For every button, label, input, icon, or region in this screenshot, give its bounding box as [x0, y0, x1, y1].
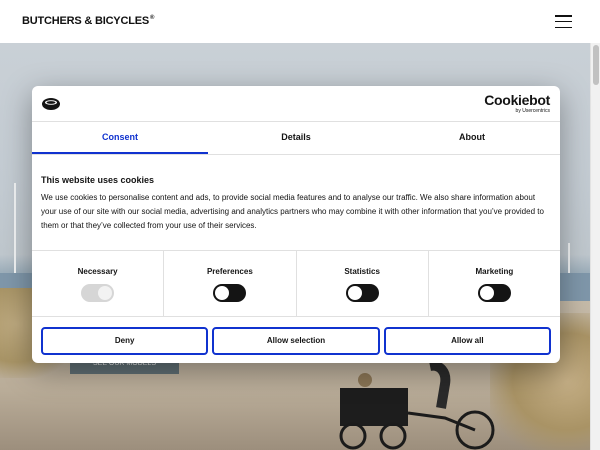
statistics-toggle[interactable]: [345, 284, 379, 302]
cookie-consent-dialog: Cookiebot by Usercentrics Consent Detail…: [32, 86, 560, 363]
category-marketing: Marketing: [429, 251, 560, 316]
cookie-categories: Necessary Preferences Statistics Marketi…: [32, 250, 560, 317]
brand-logo[interactable]: BUTCHERS & BICYCLES®: [22, 15, 154, 27]
allow-selection-button[interactable]: Allow selection: [212, 327, 380, 355]
brand-name: BUTCHERS & BICYCLES: [22, 15, 149, 27]
category-label: Marketing: [475, 267, 514, 276]
dialog-actions: Deny Allow selection Allow all: [41, 327, 551, 355]
hamburger-icon[interactable]: [555, 15, 572, 28]
dialog-tabs: Consent Details About: [32, 122, 560, 155]
cookiebot-subtitle: by Usercentrics: [515, 108, 550, 114]
registered-mark: ®: [150, 15, 155, 21]
marketing-toggle[interactable]: [477, 284, 511, 302]
cookie-icon: [42, 98, 60, 110]
dialog-body: This website uses cookies We use cookies…: [32, 175, 560, 233]
preferences-toggle[interactable]: [213, 284, 247, 302]
tab-consent[interactable]: Consent: [32, 122, 208, 154]
tab-about[interactable]: About: [384, 122, 560, 154]
category-label: Necessary: [77, 267, 118, 276]
category-label: Preferences: [206, 267, 253, 276]
category-preferences: Preferences: [164, 251, 297, 316]
deny-button[interactable]: Deny: [41, 327, 209, 355]
cookiebot-name: Cookiebot: [484, 92, 550, 108]
cookiebot-logo[interactable]: Cookiebot by Usercentrics: [484, 92, 550, 115]
necessary-toggle: [81, 284, 115, 302]
category-necessary: Necessary: [32, 251, 165, 316]
site-header: BUTCHERS & BICYCLES®: [0, 0, 600, 43]
category-label: Statistics: [344, 267, 380, 276]
cookie-overlay: Cookiebot by Usercentrics Consent Detail…: [0, 0, 600, 450]
allow-all-button[interactable]: Allow all: [383, 327, 551, 355]
tab-details[interactable]: Details: [208, 122, 384, 154]
category-statistics: Statistics: [297, 251, 429, 316]
dialog-description: We use cookies to personalise content an…: [41, 193, 544, 230]
dialog-header: Cookiebot by Usercentrics: [32, 86, 560, 122]
dialog-heading: This website uses cookies: [41, 175, 155, 185]
